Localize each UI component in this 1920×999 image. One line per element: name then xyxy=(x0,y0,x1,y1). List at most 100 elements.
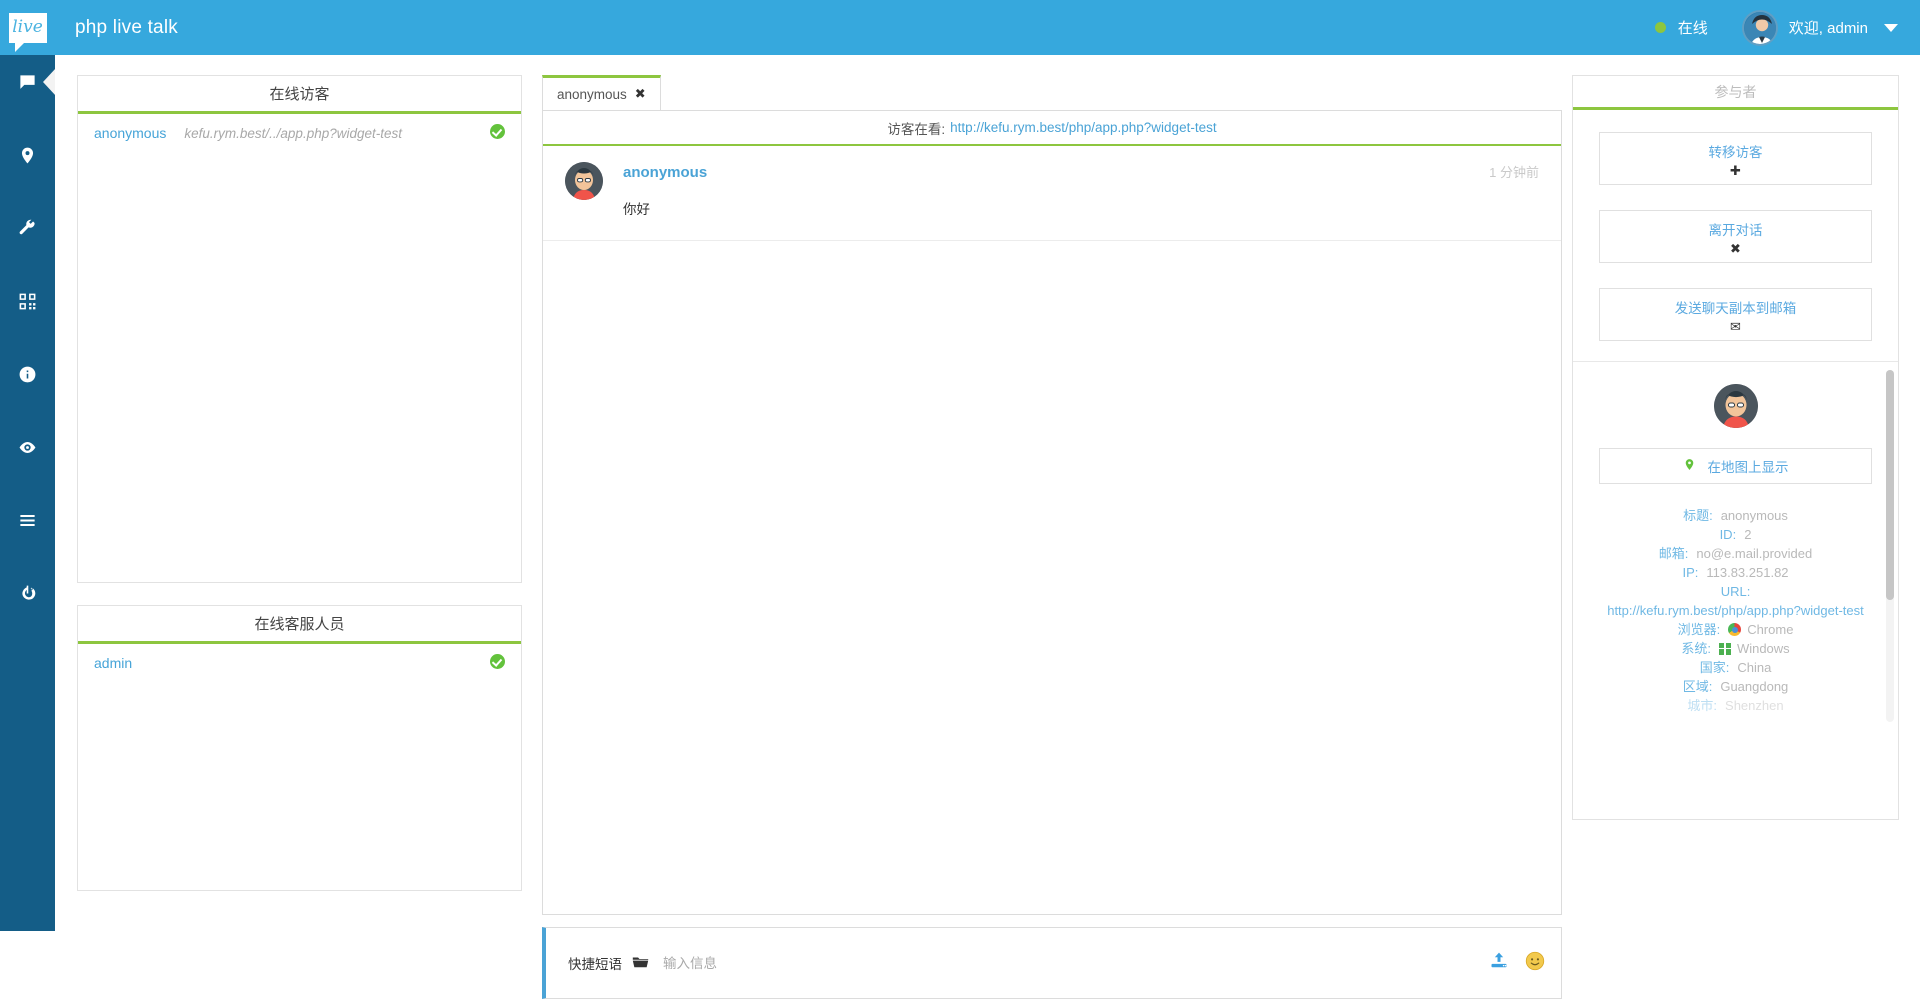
show-on-map-label: 在地图上显示 xyxy=(1708,456,1789,476)
email-transcript-label: 发送聊天副本到邮箱 xyxy=(1675,297,1797,317)
location-pin-icon xyxy=(18,146,37,165)
page-body: 在线访客 anonymous kefu.rym.best/../app.php?… xyxy=(55,55,1920,931)
info-row-id: ID: 2 xyxy=(1573,525,1898,544)
info-value: Windows xyxy=(1737,639,1790,658)
avatar xyxy=(565,162,603,200)
message-input[interactable] xyxy=(663,956,1489,971)
sidebar-item-reports[interactable] xyxy=(0,493,55,548)
quick-phrases-label[interactable]: 快捷短语 xyxy=(568,953,622,973)
info-value: Chrome xyxy=(1747,620,1793,639)
transfer-visitor-label: 转移访客 xyxy=(1709,141,1763,161)
online-operators-panel: 在线客服人员 admin xyxy=(77,605,522,891)
bars-icon xyxy=(18,511,37,530)
sidebar-item-logout[interactable] xyxy=(0,566,55,621)
sidebar-item-qr-code[interactable] xyxy=(0,274,55,329)
info-key: 浏览器: xyxy=(1678,620,1721,639)
online-operators-title: 在线客服人员 xyxy=(78,606,521,644)
info-value: 113.83.251.82 xyxy=(1706,563,1788,582)
chat-actions: 转移访客 ✚ 离开对话 ✖ 发送聊天副本到邮箱 ✉ xyxy=(1573,110,1898,361)
info-key: URL: xyxy=(1721,582,1751,601)
app-logo[interactable]: live xyxy=(0,0,55,55)
leave-chat-button[interactable]: 离开对话 ✖ xyxy=(1599,210,1872,263)
info-value: China xyxy=(1737,658,1771,677)
online-visitors-panel: 在线访客 anonymous kefu.rym.best/../app.php?… xyxy=(77,75,522,583)
visitor-watching-bar: 访客在看: http://kefu.rym.best/php/app.php?w… xyxy=(543,111,1561,146)
info-key: 标题: xyxy=(1683,506,1713,525)
windows-icon xyxy=(1719,643,1731,655)
message-composer: 快捷短语 xyxy=(542,927,1562,999)
info-key: 区域: xyxy=(1683,677,1713,696)
info-row-city: 城市: Shenzhen xyxy=(1573,696,1898,715)
top-header-bar: live php live talk 在线 欢迎, admin xyxy=(0,0,1920,55)
chrome-icon xyxy=(1728,623,1741,636)
chevron-down-icon[interactable] xyxy=(1884,24,1898,32)
email-transcript-button[interactable]: 发送聊天副本到邮箱 ✉ xyxy=(1599,288,1872,341)
sidebar-item-settings[interactable] xyxy=(0,201,55,256)
chat-icon xyxy=(18,73,37,92)
info-row-ip: IP: 113.83.251.82 xyxy=(1573,563,1898,582)
info-row-email: 邮箱: no@e.mail.provided xyxy=(1573,544,1898,563)
chat-tabstrip: anonymous ✖ xyxy=(542,75,1562,110)
right-panel: 参与者 转移访客 ✚ 离开对话 ✖ 发送聊天副本到邮箱 ✉ xyxy=(1572,75,1899,820)
info-key: 城市: xyxy=(1687,696,1717,715)
plus-icon: ✚ xyxy=(1730,164,1741,177)
sidebar-item-information[interactable] xyxy=(0,347,55,402)
info-circle-icon xyxy=(18,365,37,384)
folder-icon[interactable] xyxy=(632,955,649,972)
emoji-icon[interactable] xyxy=(1525,951,1545,975)
info-value: Shenzhen xyxy=(1725,696,1784,715)
info-key: 系统: xyxy=(1681,639,1711,658)
browser-chip: Chrome xyxy=(1728,620,1793,639)
header-right-cluster: 在线 欢迎, admin xyxy=(1655,0,1920,55)
close-icon: ✖ xyxy=(1730,242,1741,255)
info-row-region: 区域: Guangdong xyxy=(1573,677,1898,696)
info-value: Guangdong xyxy=(1720,677,1788,696)
info-value: no@e.mail.provided xyxy=(1696,544,1812,563)
scrollbar[interactable] xyxy=(1886,370,1894,722)
avatar xyxy=(1714,384,1758,428)
eye-icon xyxy=(18,438,37,457)
visitor-name: anonymous xyxy=(94,125,166,141)
leave-chat-label: 离开对话 xyxy=(1709,219,1763,239)
watching-url-link[interactable]: http://kefu.rym.best/php/app.php?widget-… xyxy=(950,120,1216,135)
close-icon[interactable]: ✖ xyxy=(635,86,646,102)
transfer-visitor-button[interactable]: 转移访客 ✚ xyxy=(1599,132,1872,185)
scrollbar-thumb[interactable] xyxy=(1886,370,1894,600)
info-key: ID: xyxy=(1720,525,1737,544)
app-title: php live talk xyxy=(75,17,178,39)
info-value: 2 xyxy=(1744,525,1751,544)
composer-actions xyxy=(1489,951,1545,976)
online-check-icon xyxy=(490,654,505,672)
online-status-label[interactable]: 在线 xyxy=(1678,17,1708,38)
power-icon xyxy=(18,584,37,603)
wrench-icon xyxy=(18,219,37,238)
operator-name: admin xyxy=(94,655,132,671)
message-timestamp: 1 分钟前 xyxy=(1489,162,1539,181)
message-list[interactable]: anonymous 1 分钟前 你好 xyxy=(543,146,1561,914)
info-value[interactable]: http://kefu.rym.best/php/app.php?widget-… xyxy=(1607,601,1864,620)
show-on-map-button[interactable]: 在地图上显示 xyxy=(1599,448,1872,484)
list-item[interactable]: admin xyxy=(78,644,521,682)
list-item[interactable]: anonymous kefu.rym.best/../app.php?widge… xyxy=(78,114,521,152)
tab-anonymous[interactable]: anonymous ✖ xyxy=(542,75,661,110)
left-icon-rail xyxy=(0,55,55,931)
upload-icon[interactable] xyxy=(1489,951,1509,976)
message-text: 你好 xyxy=(623,198,1539,218)
welcome-label[interactable]: 欢迎, admin xyxy=(1789,17,1868,38)
online-status-dot-icon xyxy=(1655,22,1666,33)
info-row-browser: 浏览器: Chrome xyxy=(1573,620,1898,639)
info-key: 邮箱: xyxy=(1659,544,1689,563)
online-check-icon xyxy=(490,124,505,142)
os-chip: Windows xyxy=(1719,639,1790,658)
sidebar-item-chats[interactable] xyxy=(0,55,55,110)
visitor-info-section: 在地图上显示 标题: anonymous ID: 2 邮箱: no@e.mail… xyxy=(1573,361,1898,819)
info-row-url: URL: http://kefu.rym.best/php/app.php?wi… xyxy=(1573,582,1898,620)
sidebar-item-visitors-map[interactable] xyxy=(0,128,55,183)
participants-title: 参与者 xyxy=(1573,76,1898,110)
tab-label: anonymous xyxy=(557,87,627,102)
avatar[interactable] xyxy=(1742,10,1778,46)
location-pin-icon xyxy=(1683,458,1696,474)
info-row-country: 国家: China xyxy=(1573,658,1898,677)
sidebar-item-monitor[interactable] xyxy=(0,420,55,475)
message-body: anonymous 1 分钟前 你好 xyxy=(623,162,1539,218)
